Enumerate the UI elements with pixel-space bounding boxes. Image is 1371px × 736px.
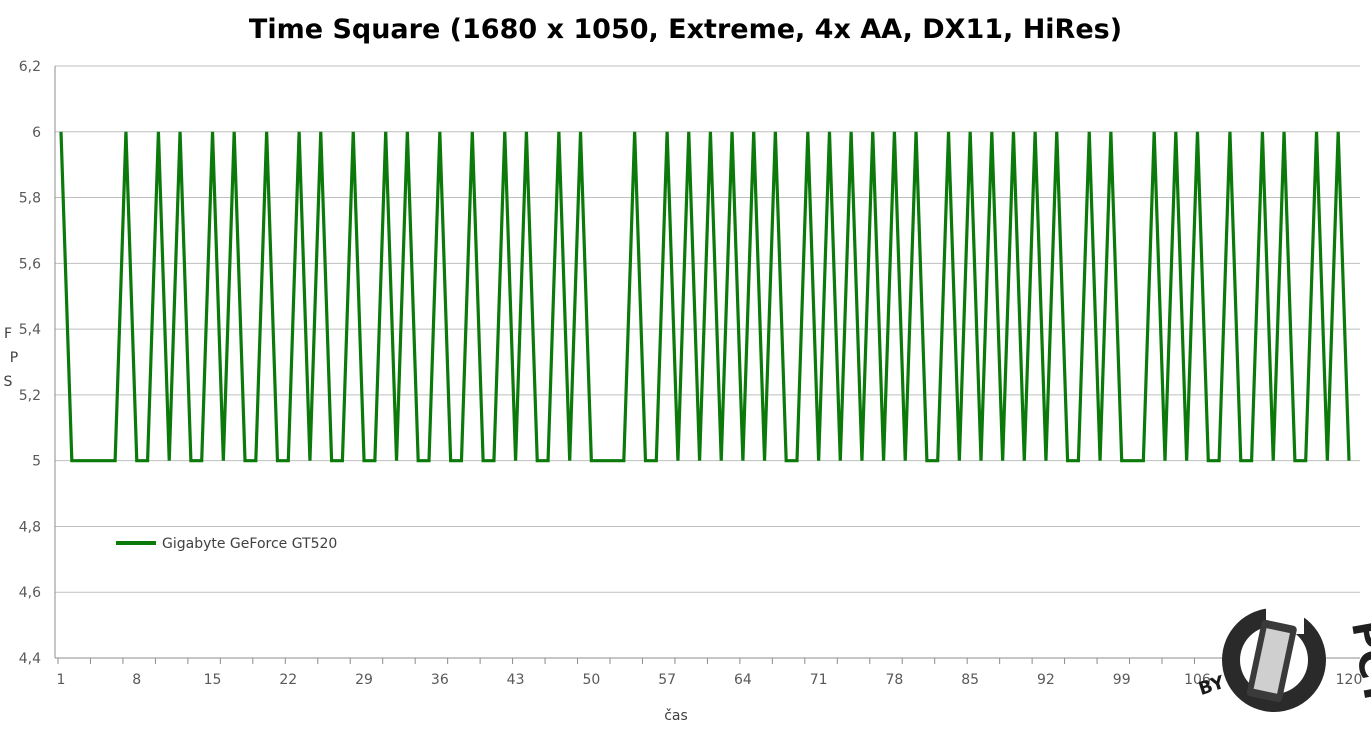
x-tick-label: 99 [1113,672,1131,688]
x-tick-label: 1 [57,672,66,688]
y-tick-label: 4,6 [19,585,41,601]
x-tick-label: 15 [204,672,222,688]
y-tick-label: 5,4 [19,322,41,338]
y-tick-label: 6,2 [19,59,41,75]
y-tick-label: 5,6 [19,256,41,272]
watermark-logo: BY PCT [1196,604,1371,712]
x-tick-label: 43 [507,672,525,688]
series-layer [59,131,1351,463]
x-tick-label: 36 [431,672,449,688]
x-tick-label: 29 [355,672,373,688]
chart-svg: 4,4 4,6 4,8 5 5,2 5,4 5,6 5,8 6 6,2 1 8 15 22 29 36 43 50… [4,59,1363,724]
x-axis-title: čas [664,708,688,724]
series-line [59,131,1351,463]
y-tick-label: 4,4 [19,651,41,667]
legend-label: Gigabyte GeForce GT520 [162,536,337,552]
grid-layer [55,65,1360,593]
y-axis-title-letter: F [4,326,12,342]
y-tick-label: 5 [32,454,41,470]
y-tick-label: 5,2 [19,388,41,404]
svg-text:PCT: PCT [1342,617,1371,710]
svg-text:BY: BY [1196,672,1228,700]
x-tick-label: 71 [810,672,828,688]
x-tick-label: 85 [961,672,979,688]
y-tick-label: 4,8 [19,519,41,535]
x-tick-label: 92 [1037,672,1055,688]
y-axis-title-letter: P [10,350,18,366]
x-tick-label: 8 [132,672,141,688]
x-tick-label: 78 [885,672,903,688]
x-tick-label: 50 [582,672,600,688]
x-tick-label: 22 [279,672,297,688]
y-axis-title-letter: S [4,374,13,390]
y-tick-label: 5,8 [19,191,41,207]
x-tick-label: 57 [658,672,676,688]
y-axis-title: FPS [4,326,19,390]
y-tick-label: 6 [32,125,41,141]
x-tick-label: 64 [734,672,752,688]
legend-layer: Gigabyte GeForce GT520 [116,536,337,552]
